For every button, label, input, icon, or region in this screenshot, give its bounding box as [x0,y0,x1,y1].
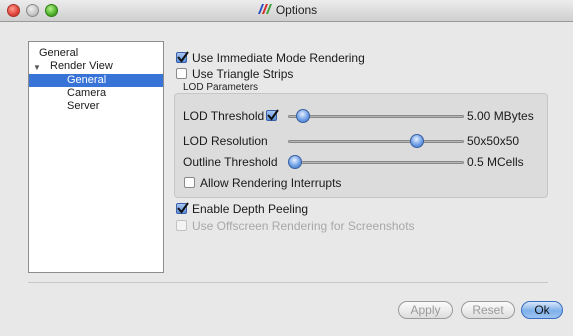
lod-resolution-value: 50x50x50 [467,134,520,148]
lod-resolution-slider-track[interactable] [288,140,464,143]
checkbox-label: Allow Rendering Interrupts [200,176,342,190]
checkbox-label: Use Offscreen Rendering for Screenshots [192,219,415,233]
checkbox-label: Enable Depth Peeling [192,202,309,216]
tree-item-camera[interactable]: Camera [67,87,106,100]
checkbox-box [176,220,187,231]
outline-threshold-value: 0.5 MCells [467,155,524,169]
button-separator [28,282,548,283]
outline-threshold-label: Outline Threshold [183,155,278,169]
tree-item-render-view[interactable]: Render View [50,60,113,73]
outline-threshold-slider-track[interactable] [288,161,464,164]
checkbox-box[interactable] [184,177,195,188]
tree-item-label: General [67,74,107,86]
lod-threshold-slider-knob[interactable] [296,109,311,123]
tree-item-general[interactable]: General [39,47,78,60]
reset-button[interactable]: Reset [461,301,515,319]
paraview-app-icon [256,3,272,15]
ok-button[interactable]: Ok [521,301,563,319]
lod-parameters-title: LOD Parameters [183,82,259,93]
tree-item-server[interactable]: Server [67,100,99,113]
options-tree[interactable]: General ▼ Render View General Camera Ser… [28,41,164,273]
checkbox-box[interactable] [176,51,189,63]
apply-button[interactable]: Apply [398,301,453,319]
tree-item-label: Server [67,100,100,112]
tree-item-label: Render View [50,60,113,72]
tree-item-render-view-general[interactable]: General [29,74,163,87]
lod-threshold-value: 5.00 MBytes [467,109,534,123]
title-bar: Options [0,0,573,22]
outline-threshold-slider-knob[interactable] [288,155,302,169]
lod-threshold-slider-track[interactable] [288,115,464,118]
window-title: Options [275,3,318,17]
checkbox-box[interactable] [176,202,189,214]
lod-resolution-slider-knob[interactable] [409,134,424,148]
tree-item-label: Camera [67,87,107,99]
expand-arrow-icon[interactable]: ▼ [33,63,41,72]
lod-resolution-label: LOD Resolution [183,134,268,148]
tree-item-label: General [39,47,79,59]
checkbox-box[interactable] [176,68,187,79]
lod-threshold-label: LOD Threshold [183,109,265,123]
checkbox-label: Use Immediate Mode Rendering [192,51,365,65]
window-title-group: Options [0,3,573,17]
checkbox-label: Use Triangle Strips [192,67,294,81]
lod-threshold-checkbox[interactable] [266,109,279,121]
